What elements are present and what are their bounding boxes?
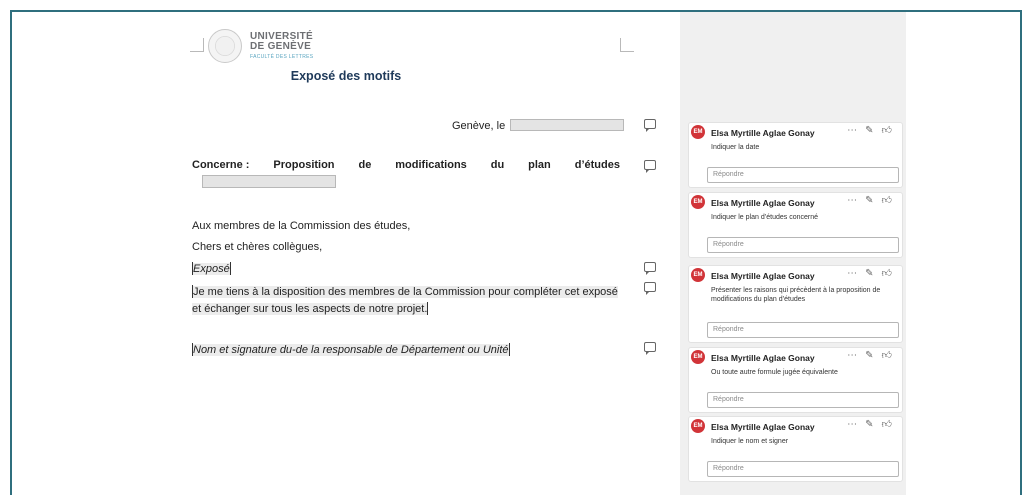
field-end-marker: [229, 262, 231, 275]
pencil-icon[interactable]: ✎: [865, 420, 873, 430]
comment-author: Elsa Myrtille Aglae Gonay: [711, 422, 815, 432]
thumbs-up-icon[interactable]: 👍︎: [882, 420, 892, 430]
more-icon[interactable]: ⋯: [847, 420, 857, 430]
thumbs-up-icon[interactable]: 👍︎: [882, 196, 892, 206]
paragraph-line-2: et échanger sur tous les aspects de notr…: [192, 303, 428, 315]
comment-card[interactable]: EM Elsa Myrtille Aglae Gonay ⋯ ✎ 👍︎ Indi…: [688, 122, 903, 188]
expose-field[interactable]: Exposé: [192, 262, 231, 275]
comment-card[interactable]: EM Elsa Myrtille Aglae Gonay ⋯ ✎ 👍︎ Prés…: [688, 265, 903, 343]
more-icon[interactable]: ⋯: [847, 196, 857, 206]
thumbs-up-icon[interactable]: 👍︎: [882, 269, 892, 279]
comment-text: Présenter les raisons qui précèdent à la…: [711, 287, 881, 303]
avatar: EM: [691, 195, 705, 209]
concerne-word: d’études: [574, 159, 620, 171]
comment-marker-icon[interactable]: [644, 342, 656, 355]
reply-input[interactable]: Répondre: [707, 322, 899, 338]
field-end-marker: [427, 302, 429, 315]
greeting-line-2: Chers et chères collègues,: [192, 241, 323, 253]
signature-field[interactable]: Nom et signature du-de la responsable de…: [192, 343, 510, 356]
thumbs-up-icon[interactable]: 👍︎: [882, 126, 892, 136]
comment-card[interactable]: EM Elsa Myrtille Aglae Gonay ⋯ ✎ 👍︎ Indi…: [688, 416, 903, 482]
closing-paragraph[interactable]: Je me tiens à la disposition des membres…: [192, 284, 620, 318]
concerne-word: modifications: [395, 159, 467, 171]
logo-line-3: FACULTÉ DES LETTRES: [250, 54, 314, 60]
crop-mark-top-right: [620, 38, 634, 52]
avatar: EM: [691, 350, 705, 364]
comment-marker-icon[interactable]: [644, 160, 656, 173]
pencil-icon[interactable]: ✎: [865, 126, 873, 136]
comment-card[interactable]: EM Elsa Myrtille Aglae Gonay ⋯ ✎ 👍︎ Ou t…: [688, 347, 903, 413]
reply-input[interactable]: Répondre: [707, 237, 899, 253]
date-field[interactable]: [510, 119, 625, 131]
crop-mark-top-left: [190, 38, 204, 52]
logo-line-2: DE GENÈVE: [250, 41, 312, 52]
concerne-word: plan: [528, 159, 551, 171]
comment-marker-icon[interactable]: [644, 282, 656, 295]
document-title: Exposé des motifs: [290, 69, 402, 83]
pencil-icon[interactable]: ✎: [865, 351, 873, 361]
university-logo: UNIVERSITÉ DE GENÈVE FACULTÉ DES LETTRES: [208, 28, 313, 64]
more-icon[interactable]: ⋯: [847, 351, 857, 361]
concerne-word: de: [358, 159, 372, 171]
comment-card[interactable]: EM Elsa Myrtille Aglae Gonay ⋯ ✎ 👍︎ Indi…: [688, 192, 903, 258]
document-page[interactable]: UNIVERSITÉ DE GENÈVE FACULTÉ DES LETTRES…: [12, 12, 680, 495]
concerne-word: Concerne :: [192, 159, 250, 171]
reply-input[interactable]: Répondre: [707, 461, 899, 477]
plan-etudes-field[interactable]: [202, 175, 336, 188]
pencil-icon[interactable]: ✎: [865, 269, 873, 279]
comment-marker-icon[interactable]: [644, 262, 656, 275]
comment-text: Ou toute autre formule jugée équivalente: [711, 369, 838, 376]
comment-author: Elsa Myrtille Aglae Gonay: [711, 353, 815, 363]
more-icon[interactable]: ⋯: [847, 126, 857, 136]
comment-text: Indiquer la date: [711, 144, 760, 151]
comment-marker-icon[interactable]: [644, 119, 656, 132]
date-line: Genève, le: [452, 119, 625, 132]
avatar: EM: [691, 125, 705, 139]
thumbs-up-icon[interactable]: 👍︎: [882, 351, 892, 361]
avatar: EM: [691, 268, 705, 282]
more-icon[interactable]: ⋯: [847, 269, 857, 279]
university-seal-icon: [208, 29, 242, 63]
concerne-word: du: [490, 159, 505, 171]
window-frame: UNIVERSITÉ DE GENÈVE FACULTÉ DES LETTRES…: [10, 10, 1022, 495]
comment-author: Elsa Myrtille Aglae Gonay: [711, 198, 815, 208]
reply-input[interactable]: Répondre: [707, 392, 899, 408]
comment-author: Elsa Myrtille Aglae Gonay: [711, 271, 815, 281]
signature-placeholder: Nom et signature du-de la responsable de…: [193, 344, 509, 356]
avatar: EM: [691, 419, 705, 433]
greeting-line-1: Aux membres de la Commission des études,: [192, 220, 411, 232]
comment-text: Indiquer le plan d’études concerné: [711, 214, 819, 221]
field-end-marker: [508, 343, 510, 356]
concerne-word: Proposition: [273, 159, 335, 171]
paragraph-line-1: Je me tiens à la disposition des membres…: [193, 286, 618, 298]
comment-author: Elsa Myrtille Aglae Gonay: [711, 128, 815, 138]
expose-placeholder: Exposé: [193, 263, 230, 275]
reply-input[interactable]: Répondre: [707, 167, 899, 183]
concerne-line: Concerne : Proposition de modifications …: [192, 159, 620, 171]
date-prefix: Genève, le: [452, 120, 506, 132]
comment-text: Indiquer le nom et signer: [711, 438, 789, 445]
comments-pane: EM Elsa Myrtille Aglae Gonay ⋯ ✎ 👍︎ Indi…: [680, 12, 906, 495]
pencil-icon[interactable]: ✎: [865, 196, 873, 206]
